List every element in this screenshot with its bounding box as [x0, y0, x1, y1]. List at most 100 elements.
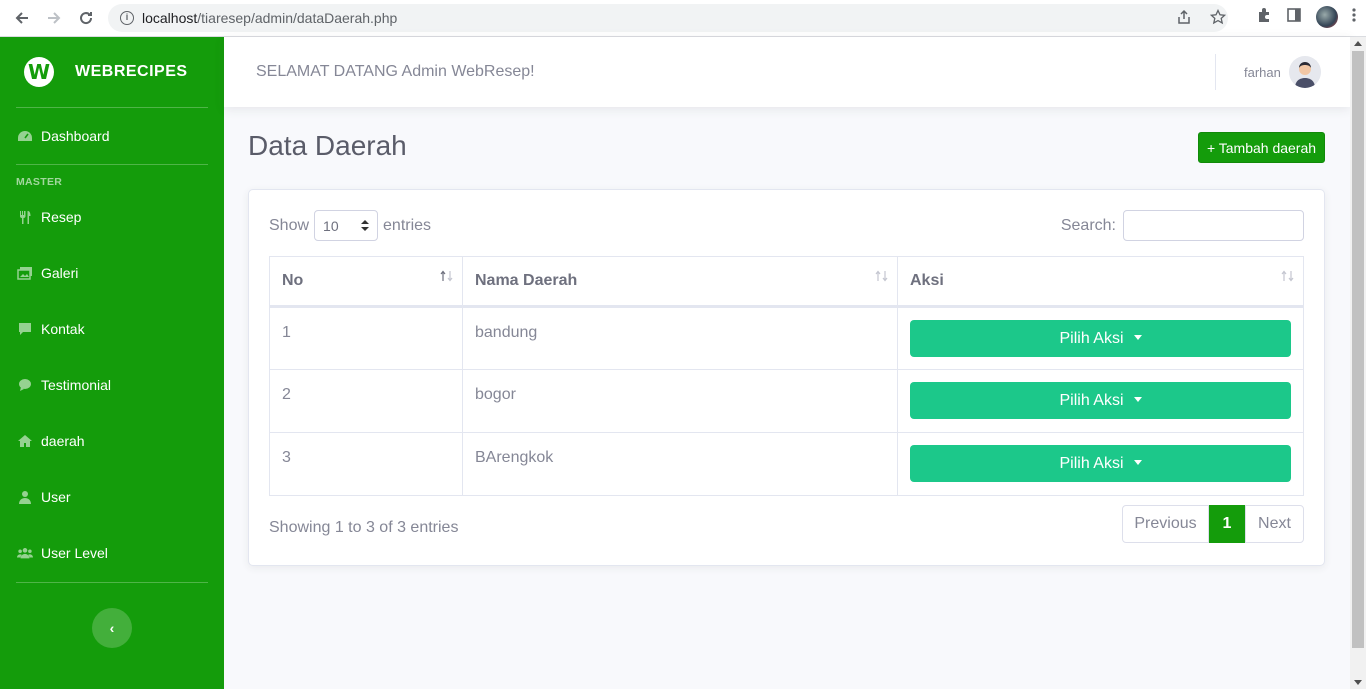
- column-header-aksi[interactable]: Aksi: [897, 256, 1304, 308]
- length-value: 10: [323, 217, 339, 234]
- comment-square-icon: [17, 322, 33, 336]
- search-input[interactable]: [1123, 210, 1304, 241]
- scroll-thumb[interactable]: [1352, 51, 1364, 648]
- sidebar-item-dashboard[interactable]: Dashboard: [0, 108, 224, 164]
- pagination-previous[interactable]: Previous: [1122, 505, 1209, 543]
- utensils-icon: [17, 210, 33, 224]
- sidebar-brand[interactable]: W WEBRECIPES: [0, 37, 224, 107]
- cell-no: 3: [269, 432, 463, 496]
- select-arrows-icon: [361, 220, 370, 231]
- entries-label: entries: [383, 216, 432, 234]
- extensions-icon[interactable]: [1256, 7, 1272, 27]
- column-header-nama-daerah[interactable]: Nama Daerah: [462, 256, 898, 308]
- sidebar-item-user[interactable]: User: [0, 469, 224, 525]
- pagination-page-current[interactable]: 1: [1209, 505, 1245, 543]
- address-bar[interactable]: i localhost/tiaresep/admin/dataDaerah.ph…: [108, 4, 1228, 32]
- pilih-aksi-button[interactable]: Pilih Aksi: [910, 320, 1291, 357]
- scroll-down-arrow-icon[interactable]: [1354, 680, 1362, 685]
- cell-nama-daerah: BArengkok: [462, 432, 898, 496]
- scroll-up-arrow-icon[interactable]: [1354, 41, 1362, 46]
- tachometer-icon: [17, 129, 33, 143]
- entries-length-select[interactable]: 10: [314, 210, 379, 241]
- pagination-next[interactable]: Next: [1245, 505, 1304, 543]
- cell-aksi: Pilih Aksi: [897, 306, 1304, 370]
- sidebar-item-galeri[interactable]: Galeri: [0, 245, 224, 301]
- forward-icon[interactable]: [38, 2, 70, 34]
- table-row: 3 BArengkok Pilih Aksi: [269, 432, 1304, 496]
- table-row: 1 bandung Pilih Aksi: [269, 306, 1304, 370]
- user-name[interactable]: farhan: [1244, 65, 1281, 80]
- sidebar-toggle-button[interactable]: ‹: [92, 608, 132, 648]
- cell-aksi: Pilih Aksi: [897, 432, 1304, 496]
- table-header-row: No Nama Daerah Aksi: [269, 256, 1304, 308]
- sidebar-item-label: Galeri: [41, 265, 79, 281]
- user-avatar[interactable]: [1289, 56, 1321, 88]
- column-header-label: Nama Daerah: [475, 272, 578, 289]
- sidebar-item-daerah[interactable]: daerah: [0, 413, 224, 469]
- daerah-table: No Nama Daerah Aksi 1 bandung Pilih Aksi…: [269, 256, 1304, 496]
- column-header-label: Aksi: [910, 272, 944, 289]
- browser-toolbar: i localhost/tiaresep/admin/dataDaerah.ph…: [0, 0, 1366, 37]
- sidebar: W WEBRECIPES Dashboard MASTER Resep Gale…: [0, 37, 224, 689]
- sidebar-divider: [16, 582, 208, 583]
- table-info: Showing 1 to 3 of 3 entries: [269, 519, 459, 536]
- sort-icon: [875, 270, 889, 285]
- caret-down-icon: [1133, 335, 1142, 340]
- sort-icon: [1281, 270, 1295, 285]
- sidebar-item-label: Testimonial: [41, 377, 112, 393]
- sidebar-item-label: Resep: [41, 209, 82, 225]
- users-icon: [17, 546, 33, 560]
- pilih-aksi-label: Pilih Aksi: [1059, 454, 1124, 472]
- sidebar-item-testimonial[interactable]: Testimonial: [0, 357, 224, 413]
- length-control: Show 10 entries: [269, 210, 431, 241]
- pilih-aksi-button[interactable]: Pilih Aksi: [910, 382, 1291, 419]
- sidebar-item-label: User Level: [41, 545, 108, 561]
- pilih-aksi-label: Pilih Aksi: [1059, 391, 1124, 409]
- chevron-left-icon: ‹: [109, 620, 115, 636]
- topbar: SELAMAT DATANG Admin WebResep! farhan: [224, 37, 1350, 107]
- cell-nama-daerah: bogor: [462, 369, 898, 433]
- pagination: Previous 1 Next: [1122, 505, 1304, 543]
- data-table-card: Show 10 entries Search: No Nama Daerah A…: [248, 189, 1325, 566]
- images-icon: [17, 266, 33, 280]
- column-header-no[interactable]: No: [269, 256, 463, 308]
- table-row: 2 bogor Pilih Aksi: [269, 369, 1304, 433]
- site-info-icon[interactable]: i: [120, 11, 134, 25]
- topbar-divider: [1215, 54, 1216, 90]
- search-label: Search:: [1060, 216, 1116, 234]
- column-header-label: No: [282, 272, 304, 289]
- search-control: Search:: [1061, 210, 1304, 241]
- side-panel-icon[interactable]: [1286, 7, 1302, 27]
- menu-kebab-icon[interactable]: [1352, 7, 1356, 27]
- url-host: localhost: [142, 10, 198, 26]
- sidebar-heading: MASTER: [16, 176, 63, 188]
- page-scrollbar[interactable]: [1350, 37, 1366, 689]
- sidebar-item-kontak[interactable]: Kontak: [0, 301, 224, 357]
- show-label: Show: [269, 216, 310, 234]
- sidebar-item-label: Dashboard: [41, 128, 110, 144]
- back-icon[interactable]: [6, 2, 38, 34]
- sidebar-item-user-level[interactable]: User Level: [0, 525, 224, 581]
- sidebar-item-label: Kontak: [41, 321, 85, 337]
- sort-asc-icon: [440, 270, 454, 285]
- sidebar-item-label: daerah: [41, 433, 85, 449]
- url-path: /tiaresep/admin/dataDaerah.php: [197, 10, 398, 26]
- reload-icon[interactable]: [70, 2, 102, 34]
- bookmark-star-icon[interactable]: [1209, 8, 1227, 29]
- caret-down-icon: [1133, 460, 1142, 465]
- pilih-aksi-label: Pilih Aksi: [1059, 329, 1124, 347]
- cell-nama-daerah: bandung: [462, 306, 898, 370]
- cell-no: 1: [269, 306, 463, 370]
- sidebar-item-label: User: [41, 489, 71, 505]
- comment-icon: [17, 378, 33, 392]
- sidebar-item-resep[interactable]: Resep: [0, 189, 224, 245]
- profile-avatar[interactable]: [1316, 6, 1338, 28]
- brand-name: WEBRECIPES: [75, 63, 188, 80]
- caret-down-icon: [1133, 397, 1142, 402]
- welcome-message: SELAMAT DATANG Admin WebResep!: [256, 63, 535, 80]
- add-daerah-button[interactable]: + Tambah daerah: [1198, 132, 1325, 163]
- pilih-aksi-button[interactable]: Pilih Aksi: [910, 445, 1291, 482]
- home-icon: [17, 434, 33, 448]
- share-icon[interactable]: [1176, 9, 1192, 29]
- page-title: Data Daerah: [248, 130, 407, 161]
